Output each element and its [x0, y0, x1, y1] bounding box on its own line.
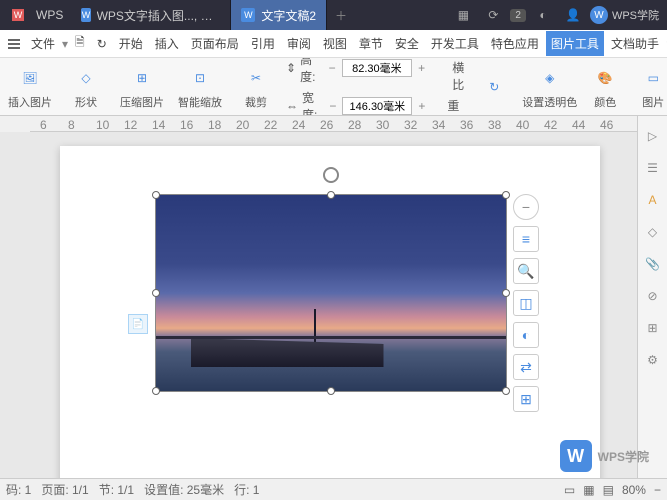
width-label: 宽度: — [302, 89, 323, 117]
watermark-text: WPS学院 — [598, 448, 649, 465]
transparent-btn[interactable]: ◈设置透明色 — [518, 64, 581, 110]
menu-section[interactable]: 章节 — [354, 31, 388, 56]
crop-btn[interactable]: ✂裁剪 — [238, 64, 274, 110]
theme-icon[interactable]: ◐ — [530, 2, 556, 28]
color-btn[interactable]: 🎨颜色 — [587, 64, 623, 110]
menubar: 文件 ▾ 🗎 ↻ 开始 插入 页面布局 引用 审阅 视图 章节 安全 开发工具 … — [0, 30, 667, 58]
watermark: W WPS学院 — [560, 440, 649, 472]
resize-handle-mr[interactable] — [502, 289, 510, 297]
watermark-icon: W — [560, 440, 592, 472]
sp-grid[interactable]: ⊞ — [643, 318, 663, 338]
sb-section[interactable]: 节: 1/1 — [99, 481, 134, 498]
menu-ref[interactable]: 引用 — [246, 31, 280, 56]
resize-handle-ml[interactable] — [152, 289, 160, 297]
sb-row[interactable]: 行: 1 — [234, 481, 259, 498]
width-icon: ⇔ — [286, 99, 298, 113]
tab-doc2[interactable]: W 文字文稿2 — [231, 0, 327, 30]
layout-tool[interactable]: ≡ — [513, 226, 539, 252]
app-logo: W — [6, 3, 30, 27]
sb-view1[interactable]: ▭ — [564, 483, 575, 497]
menu-dochelper[interactable]: 文档助手 — [606, 31, 664, 56]
menu-start[interactable]: 开始 — [114, 31, 148, 56]
menu-dev[interactable]: 开发工具 — [426, 31, 484, 56]
tab2-label: 文字文稿2 — [261, 7, 316, 24]
resize-handle-bl[interactable] — [152, 387, 160, 395]
crop-tool[interactable]: ◫ — [513, 290, 539, 316]
sp-select[interactable]: ▷ — [643, 126, 663, 146]
menu-review[interactable]: 审阅 — [282, 31, 316, 56]
doc-icon: W — [81, 8, 90, 22]
height-label: 高度: — [300, 58, 322, 85]
sp-limit[interactable]: ⊘ — [643, 286, 663, 306]
tab-doc1[interactable]: W WPS文字插入图..., 如何移动图片？ — [71, 0, 231, 30]
titlebar: W WPS W WPS文字插入图..., 如何移动图片？ W 文字文稿2 ＋ ▦ ⟳… — [0, 0, 667, 30]
reset-size[interactable]: ↺重设大小 — [433, 97, 464, 116]
rotate-btn[interactable]: ↻ — [476, 73, 512, 101]
sb-zoom[interactable]: 80% — [622, 483, 646, 497]
ribbon: 🖼插入图片 ◇形状 ⊞压缩图片 ⊡智能缩放 ✂裁剪 ⇕高度:−+ ⇔宽度:−+ … — [0, 58, 667, 116]
zoom-tool[interactable]: 🔍 — [513, 258, 539, 284]
photo-content — [156, 195, 506, 391]
sb-page[interactable]: 页面: 1/1 — [41, 481, 88, 498]
sb-pageno[interactable]: 码: 1 — [6, 481, 31, 498]
side-panel: ▷ ☰ A ◇ 📎 ⊘ ⊞ ⚙ — [637, 116, 667, 478]
sync-icon[interactable]: ⟳ — [480, 2, 506, 28]
notif-badge[interactable]: 2 — [510, 9, 526, 22]
more-tool[interactable]: ⊞ — [513, 386, 539, 412]
brand-label: WPS学院 — [612, 7, 659, 23]
menu-special[interactable]: 特色应用 — [486, 31, 544, 56]
refresh-icon[interactable]: ↻ — [92, 33, 112, 55]
width-input[interactable] — [342, 97, 412, 115]
rotate-handle[interactable] — [323, 167, 339, 183]
height-input[interactable] — [342, 59, 412, 77]
menu-pictools[interactable]: 图片工具 — [546, 31, 604, 56]
menu-toggle[interactable] — [4, 35, 24, 53]
pic-frame-btn[interactable]: ▭图片 — [635, 64, 667, 110]
image-float-toolbar: − ≡ 🔍 ◫ ◐ ⇄ ⊞ — [513, 194, 539, 412]
menu-layout[interactable]: 页面布局 — [186, 31, 244, 56]
rotate-tool[interactable]: ◐ — [513, 322, 539, 348]
resize-handle-tl[interactable] — [152, 191, 160, 199]
lock-ratio[interactable]: 🔒锁定纵横比 — [433, 58, 464, 93]
shape-btn[interactable]: ◇形状 — [68, 64, 104, 110]
insert-pic-btn[interactable]: 🖼插入图片 — [4, 64, 56, 110]
sp-shape[interactable]: ◇ — [643, 222, 663, 242]
file-menu[interactable]: 文件 — [26, 31, 60, 56]
save-icon[interactable]: 🗎 — [70, 29, 90, 58]
app-name: WPS — [36, 8, 63, 22]
svg-text:W: W — [14, 10, 23, 20]
sp-clip[interactable]: 📎 — [643, 254, 663, 274]
resize-handle-bm[interactable] — [327, 387, 335, 395]
collapse-tools[interactable]: − — [513, 194, 539, 220]
menu-view[interactable]: 视图 — [318, 31, 352, 56]
doc-icon: W — [241, 8, 255, 22]
ruler-horizontal: 6810121416182022242628303234363840424446 — [30, 116, 637, 132]
menu-insert[interactable]: 插入 — [150, 31, 184, 56]
smartscale-btn[interactable]: ⊡智能缩放 — [174, 64, 226, 110]
selected-image[interactable] — [155, 194, 507, 392]
sb-view2[interactable]: ▦ — [583, 483, 594, 497]
resize-handle-tm[interactable] — [327, 191, 335, 199]
grid-icon[interactable]: ▦ — [450, 2, 476, 28]
workspace: 📄 − ≡ 🔍 ◫ ◐ ⇄ ⊞ — [0, 132, 637, 478]
compress-btn[interactable]: ⊞压缩图片 — [116, 64, 168, 110]
tab1-label: WPS文字插入图..., 如何移动图片？ — [97, 7, 221, 24]
height-icon: ⇕ — [286, 61, 296, 75]
sb-setval[interactable]: 设置值: 25毫米 — [144, 481, 224, 498]
tab-add[interactable]: ＋ — [327, 7, 355, 24]
sp-style[interactable]: A — [643, 190, 663, 210]
sp-settings[interactable]: ⚙ — [643, 350, 663, 370]
wps-brand-icon: W — [590, 6, 608, 24]
sb-zoomout[interactable]: − — [654, 483, 661, 497]
resize-handle-br[interactable] — [502, 387, 510, 395]
user-icon[interactable]: 👤 — [560, 2, 586, 28]
resize-handle-tr[interactable] — [502, 191, 510, 199]
menu-security[interactable]: 安全 — [390, 31, 424, 56]
sb-view3[interactable]: ▤ — [603, 483, 614, 497]
paragraph-mark[interactable]: 📄 — [128, 314, 148, 334]
statusbar: 码: 1 页面: 1/1 节: 1/1 设置值: 25毫米 行: 1 ▭ ▦ ▤… — [0, 478, 667, 500]
sp-nav[interactable]: ☰ — [643, 158, 663, 178]
replace-tool[interactable]: ⇄ — [513, 354, 539, 380]
